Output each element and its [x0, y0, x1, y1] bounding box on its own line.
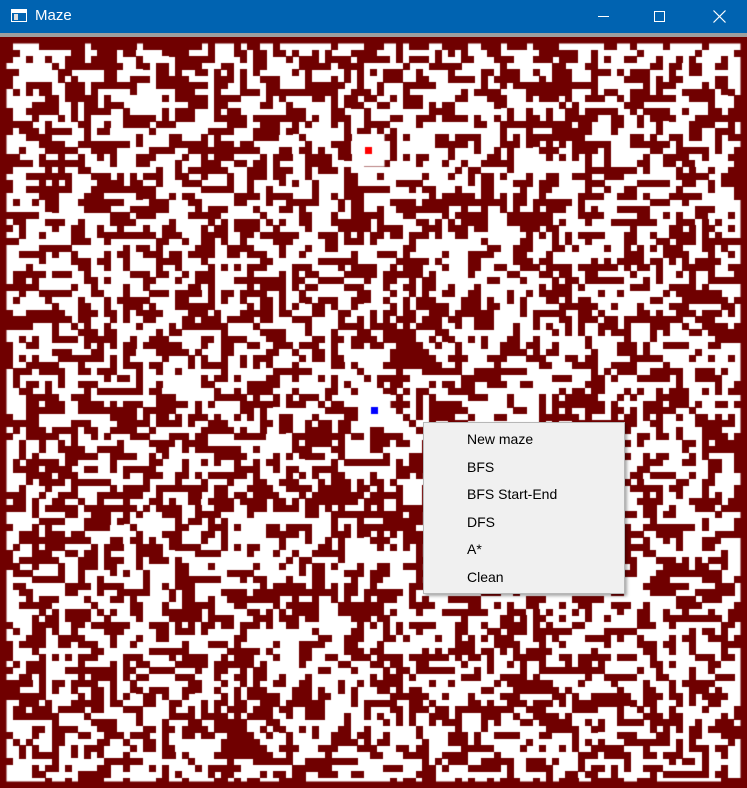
menu-item-bfs-start-end[interactable]: BFS Start-End	[424, 481, 624, 509]
maze-window: Maze New maze BFS BFS Start-End DFS A* C…	[0, 0, 747, 788]
menu-item-clean[interactable]: Clean	[424, 564, 624, 592]
context-menu: New maze BFS BFS Start-End DFS A* Clean	[423, 422, 625, 594]
maximize-button[interactable]	[637, 0, 683, 33]
minimize-icon	[598, 16, 609, 17]
maximize-icon	[654, 11, 665, 22]
menu-item-a-star[interactable]: A*	[424, 536, 624, 564]
menu-item-dfs[interactable]: DFS	[424, 509, 624, 537]
app-window-icon[interactable]	[11, 9, 27, 22]
title-bar[interactable]: Maze	[0, 0, 747, 33]
menu-item-bfs[interactable]: BFS	[424, 454, 624, 482]
minimize-button[interactable]	[581, 0, 627, 33]
menu-item-new-maze[interactable]: New maze	[424, 426, 624, 454]
window-title: Maze	[35, 7, 72, 24]
maze-canvas[interactable]	[0, 37, 747, 788]
close-icon	[713, 10, 726, 23]
close-button[interactable]	[697, 0, 743, 33]
maze-client-area[interactable]: New maze BFS BFS Start-End DFS A* Clean	[0, 33, 747, 788]
